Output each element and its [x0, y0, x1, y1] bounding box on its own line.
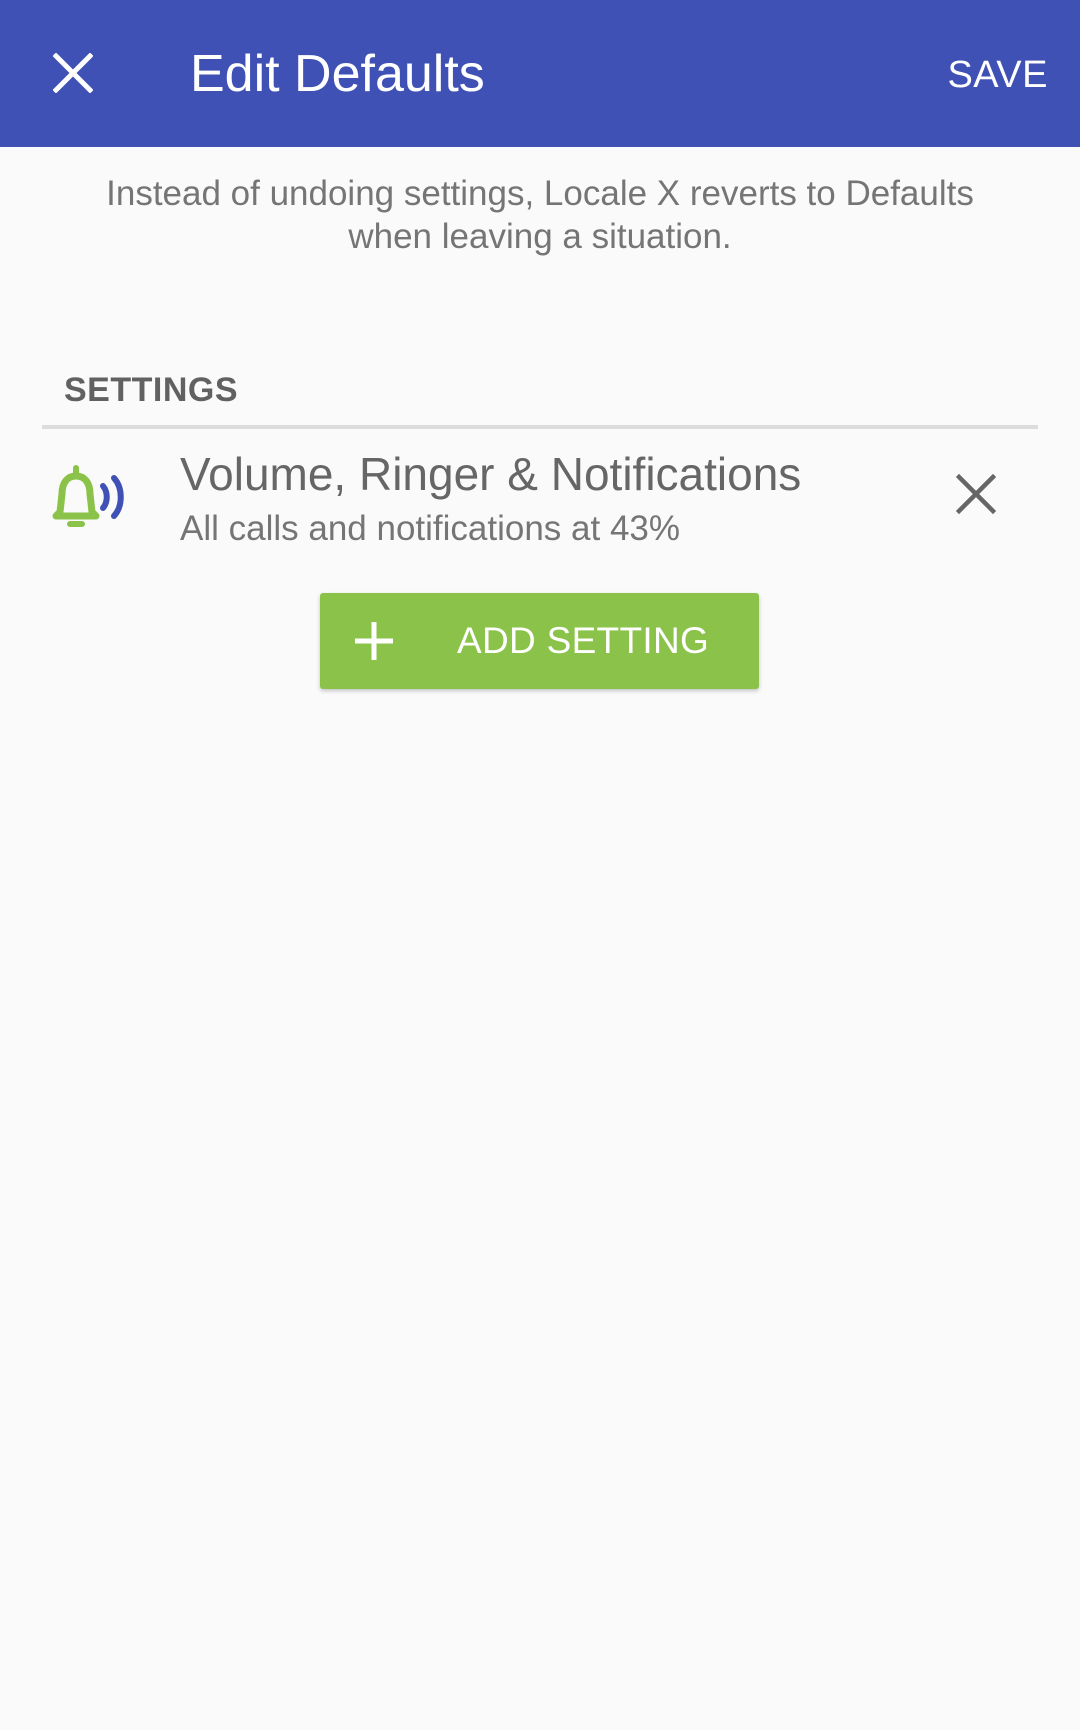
setting-item-subtitle: All calls and notifications at 43%: [180, 509, 680, 548]
close-icon: [53, 53, 93, 93]
close-button[interactable]: [40, 40, 106, 106]
remove-setting-button[interactable]: [948, 466, 1004, 522]
section-header-settings: SETTINGS: [64, 371, 239, 409]
section-divider: [42, 425, 1038, 429]
plus-icon: [355, 622, 393, 660]
page-title: Edit Defaults: [190, 45, 485, 103]
app-bar: Edit Defaults SAVE: [0, 0, 1080, 147]
add-setting-label: ADD SETTING: [457, 620, 710, 661]
add-setting-button[interactable]: ADD SETTING: [320, 593, 759, 689]
setting-item-title: Volume, Ringer & Notifications: [180, 448, 802, 500]
setting-item-volume[interactable]: Volume, Ringer & Notifications All calls…: [0, 430, 1080, 560]
intro-text: Instead of undoing settings, Locale X re…: [106, 174, 974, 256]
close-icon: [956, 474, 996, 514]
bell-ringing-icon: [52, 465, 124, 527]
save-button[interactable]: SAVE: [947, 50, 1048, 100]
